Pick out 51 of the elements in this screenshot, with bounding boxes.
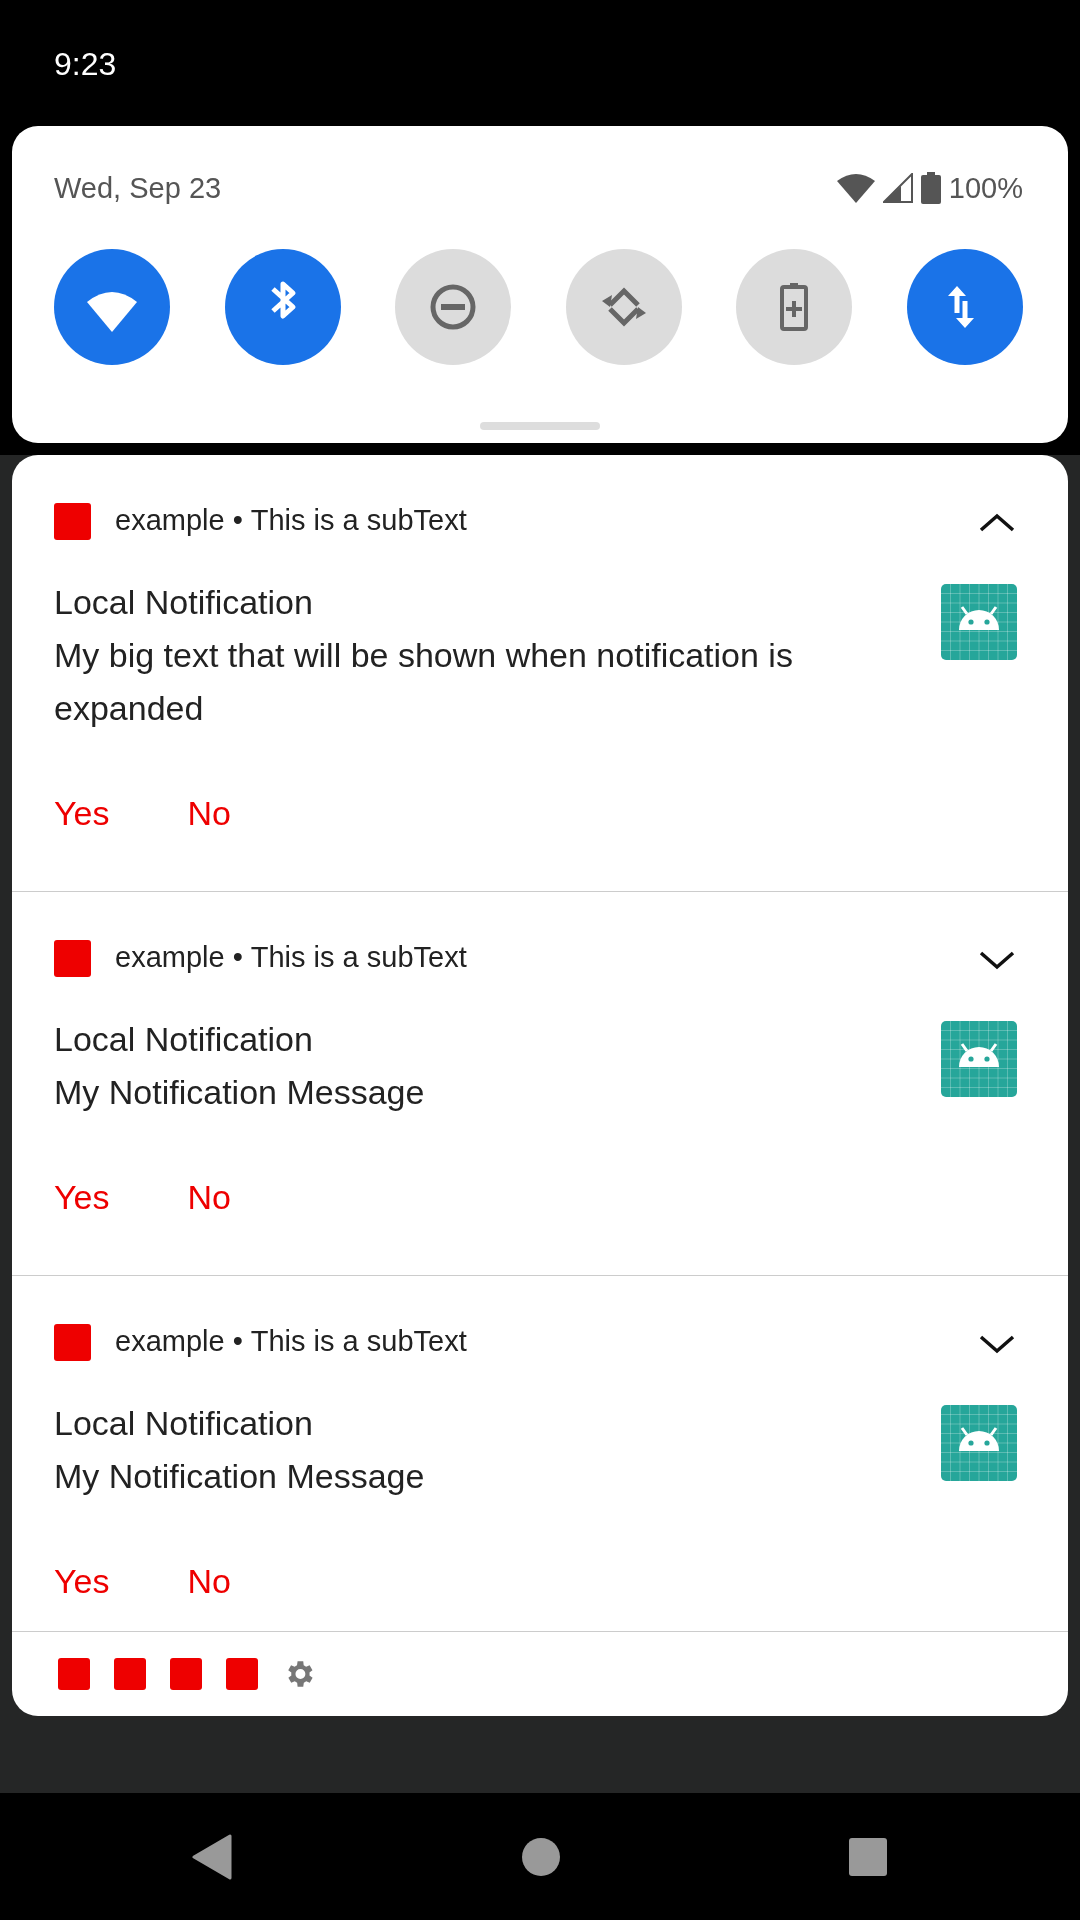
bluetooth-icon <box>270 281 296 319</box>
wifi-icon <box>87 292 137 332</box>
back-button[interactable] <box>191 1833 234 1880</box>
app-icon <box>54 939 91 977</box>
app-icon <box>226 1658 258 1690</box>
up-down-arrows-icon <box>947 286 974 328</box>
date-text: Wed, Sep 23 <box>54 171 222 206</box>
app-name: example <box>115 1324 225 1360</box>
app-large-icon <box>941 1405 1017 1481</box>
app-icon <box>54 502 91 540</box>
rotate-icon <box>601 287 646 327</box>
home-button[interactable] <box>521 1836 561 1877</box>
signal-icon <box>882 173 913 203</box>
notification-title: Local Notification <box>54 1403 314 1444</box>
wifi-icon <box>836 173 875 203</box>
action-button[interactable]: No <box>187 1171 231 1224</box>
action-button[interactable]: No <box>187 787 231 840</box>
app-icon <box>170 1658 202 1690</box>
app-icon <box>54 1323 91 1361</box>
notification-text: My Notification Message <box>54 1456 426 1497</box>
separator-dot: • <box>232 503 243 539</box>
separator-dot: • <box>232 1324 243 1360</box>
action-button[interactable]: No <box>187 1555 231 1608</box>
sub-text: This is a subText <box>250 940 467 976</box>
back-icon <box>191 1833 234 1880</box>
notification-text: My Notification Message <box>54 1072 426 1113</box>
notification-title: Local Notification <box>54 582 314 623</box>
notification-text: My big text that will be shown when notification is expanded <box>54 635 794 729</box>
sub-text: This is a subText <box>250 503 467 539</box>
app-name: example <box>115 503 225 539</box>
action-button[interactable]: Yes <box>54 787 110 840</box>
notification-title: Local Notification <box>54 1019 314 1060</box>
app-icon <box>114 1658 146 1690</box>
action-button[interactable]: Yes <box>54 1171 110 1224</box>
separator-dot: • <box>232 940 243 976</box>
app-icon <box>58 1658 90 1690</box>
recents-button[interactable] <box>848 1836 889 1877</box>
battery-plus-icon <box>780 283 809 331</box>
recents-icon <box>848 1836 889 1877</box>
home-icon <box>521 1836 561 1877</box>
battery-percent: 100% <box>948 171 1023 206</box>
action-button[interactable]: Yes <box>54 1555 110 1608</box>
do-not-disturb-icon <box>430 284 476 330</box>
app-name: example <box>115 940 225 976</box>
app-large-icon <box>941 584 1017 660</box>
chevron-up-icon <box>977 511 1017 534</box>
app-large-icon <box>941 1021 1017 1097</box>
clock-time: 9:23 <box>54 46 117 82</box>
drag-handle[interactable] <box>480 422 600 430</box>
battery-icon <box>920 172 941 204</box>
sub-text: This is a subText <box>250 1324 467 1360</box>
